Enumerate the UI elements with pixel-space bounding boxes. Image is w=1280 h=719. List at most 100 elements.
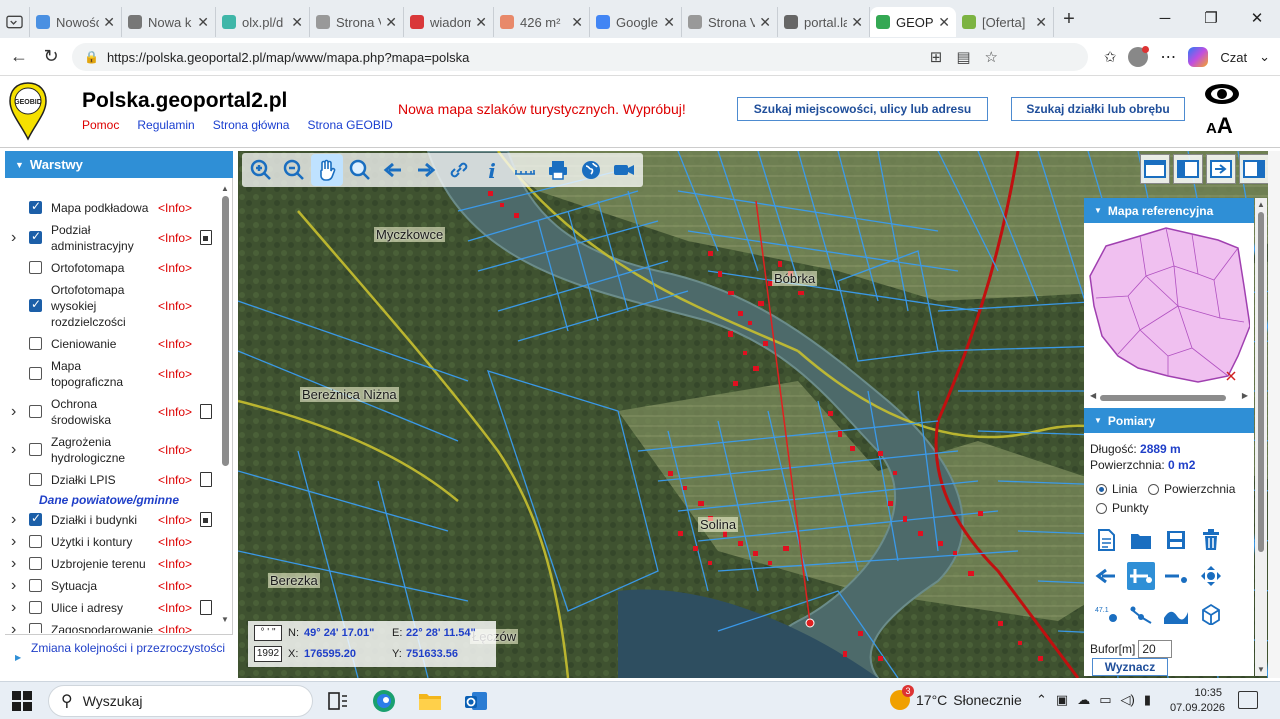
expand-chevron-icon[interactable]: › — [11, 511, 16, 529]
measurement-header[interactable]: ▼ Pomiary — [1084, 408, 1254, 433]
browser-tab[interactable]: portal.la ✕ — [778, 7, 870, 37]
layer-info-link[interactable]: <Info> — [158, 473, 192, 487]
copilot-icon[interactable] — [1188, 47, 1209, 67]
right-panel-view-icon[interactable] — [1239, 154, 1269, 184]
split-view-icon[interactable] — [1173, 154, 1203, 184]
scroll-down-icon[interactable]: ▼ — [1257, 665, 1265, 674]
layer-row[interactable]: Ortofotomapa wysokiej rozdzielczości <Inf… — [5, 282, 223, 330]
layer-row[interactable]: › Ochrona środowiska <Info> — [5, 396, 223, 428]
windows-start-icon[interactable] — [12, 691, 32, 711]
layer-info-link[interactable]: <Info> — [158, 557, 192, 571]
mode-points-radio[interactable]: Punkty — [1096, 501, 1149, 515]
layer-row[interactable]: › Podział administracyjny <Info> — [5, 222, 223, 254]
eye-icon[interactable] — [1204, 82, 1240, 106]
layer-info-link[interactable]: <Info> — [158, 601, 192, 615]
chevron-up-icon[interactable]: ⌃ — [1036, 692, 1047, 708]
layer-checkbox[interactable] — [29, 297, 42, 312]
add-point-icon[interactable] — [1127, 562, 1155, 590]
edge-browser-icon[interactable] — [370, 687, 398, 715]
layers-scrollbar[interactable]: ▲ ▼ — [221, 184, 231, 624]
ruler-icon[interactable] — [509, 154, 541, 186]
layer-row[interactable]: Cieniowanie <Info> — [5, 336, 223, 352]
remove-point-icon[interactable] — [1162, 562, 1190, 590]
scroll-thumb[interactable] — [1100, 395, 1226, 401]
poland-reference-map[interactable] — [1088, 226, 1250, 388]
page-scrollbar[interactable] — [1268, 151, 1280, 678]
print-icon[interactable] — [542, 154, 574, 186]
layer-info-link[interactable]: <Info> — [158, 535, 192, 549]
layer-checkbox[interactable] — [29, 473, 42, 486]
hide-panel-icon[interactable] — [1206, 154, 1236, 184]
format-1992-button[interactable]: 1992 — [254, 646, 282, 662]
favorite-star-icon[interactable]: ☆ — [985, 48, 998, 66]
layer-row[interactable]: › Działki i budynki <Info> — [5, 511, 223, 529]
tab-close-icon[interactable]: ✕ — [1035, 14, 1047, 31]
reference-map-scrollbar[interactable]: ◀ ▶ — [1090, 391, 1248, 402]
scroll-left-icon[interactable]: ◀ — [1090, 391, 1096, 400]
expand-chevron-icon[interactable]: › — [11, 441, 16, 459]
undo-arrow-icon[interactable] — [1092, 562, 1120, 590]
layer-row[interactable]: › Użytki i kontury <Info> — [5, 533, 223, 551]
search-address-button[interactable]: Szukaj miejscowości, ulicy lub adresu — [737, 97, 988, 121]
layer-checkbox[interactable] — [29, 405, 42, 418]
font-size-toggle[interactable]: AA — [1206, 113, 1233, 139]
link-home[interactable]: Strona główna — [213, 118, 290, 132]
layer-checkbox[interactable] — [29, 443, 42, 456]
snap-line-icon[interactable] — [1127, 600, 1155, 628]
reader-mode-icon[interactable]: ▤ — [956, 48, 970, 66]
network-icon[interactable]: ▭ — [1099, 692, 1111, 708]
layers-header[interactable]: ▼ Warstwy — [5, 151, 233, 178]
tab-close-icon[interactable]: ✕ — [197, 14, 209, 31]
previous-view-icon[interactable] — [377, 154, 409, 186]
favorites-icon[interactable]: ✩ — [1104, 48, 1117, 66]
layer-row[interactable]: Mapa topograficzna <Info> — [5, 358, 223, 390]
volume-icon[interactable]: ◁) — [1121, 692, 1135, 708]
profile-avatar[interactable] — [1128, 46, 1150, 67]
tab-close-icon[interactable]: ✕ — [571, 14, 583, 31]
expand-chevron-icon[interactable]: › — [11, 533, 16, 551]
layer-row[interactable]: Mapa podkładowa <Info> — [5, 199, 223, 216]
tab-close-icon[interactable]: ✕ — [385, 14, 397, 31]
browser-tab[interactable]: 426 m² ✕ — [494, 7, 590, 37]
browser-tab[interactable]: [Oferta] ✕ — [956, 7, 1054, 37]
document-icon[interactable] — [200, 472, 212, 487]
layer-row[interactable]: › Uzbrojenie terenu <Info> — [5, 555, 223, 573]
close-window-icon[interactable]: ✕ — [1234, 0, 1280, 38]
browser-tab[interactable]: wiadom ✕ — [404, 7, 494, 37]
layer-info-link[interactable]: <Info> — [158, 443, 192, 457]
battery-icon[interactable]: ▮ — [1144, 692, 1151, 708]
layer-checkbox[interactable] — [29, 557, 42, 570]
volume-cube-icon[interactable] — [1197, 600, 1225, 628]
layer-row[interactable]: › Zagospodarowanie <Info> — [5, 621, 223, 633]
layer-info-link[interactable]: <Info> — [158, 579, 192, 593]
expand-chevron-icon[interactable]: › — [11, 555, 16, 573]
browser-tab[interactable]: GEOPOR✕ — [870, 7, 956, 37]
layer-info-link[interactable]: <Info> — [158, 405, 192, 419]
expand-chevron-icon[interactable]: › — [11, 577, 16, 595]
scroll-up-icon[interactable]: ▲ — [1257, 200, 1265, 209]
pan-hand-icon[interactable] — [311, 154, 343, 186]
layer-checkbox[interactable] — [29, 601, 42, 614]
layer-checkbox[interactable] — [29, 623, 42, 633]
tab-close-icon[interactable]: ✕ — [938, 14, 950, 31]
open-folder-icon[interactable] — [1127, 526, 1155, 554]
full-width-view-icon[interactable] — [1140, 154, 1170, 184]
promo-link[interactable]: Nowa mapa szlaków turystycznych. Wypróbu… — [398, 101, 686, 117]
save-icon[interactable] — [1162, 526, 1190, 554]
link-help[interactable]: Pomoc — [82, 118, 119, 132]
layer-checkbox[interactable] — [29, 367, 42, 380]
layer-row[interactable]: › Sytuacja <Info> — [5, 577, 223, 595]
search-parcel-button[interactable]: Szukaj działki lub obrębu — [1011, 97, 1185, 121]
tab-actions-menu[interactable] — [0, 7, 30, 37]
next-view-icon[interactable] — [410, 154, 442, 186]
tab-close-icon[interactable]: ✕ — [291, 14, 303, 31]
layer-info-link[interactable]: <Info> — [158, 201, 192, 215]
back-icon[interactable]: ← — [4, 46, 34, 67]
document-icon[interactable] — [200, 600, 212, 615]
move-point-icon[interactable] — [1197, 562, 1225, 590]
expand-chevron-icon[interactable]: › — [11, 621, 16, 633]
tab-close-icon[interactable]: ✕ — [475, 14, 487, 31]
reload-icon[interactable]: ↻ — [36, 46, 66, 67]
geobid-logo[interactable]: GEOBID — [8, 81, 48, 141]
layer-info-link[interactable]: <Info> — [158, 367, 192, 381]
